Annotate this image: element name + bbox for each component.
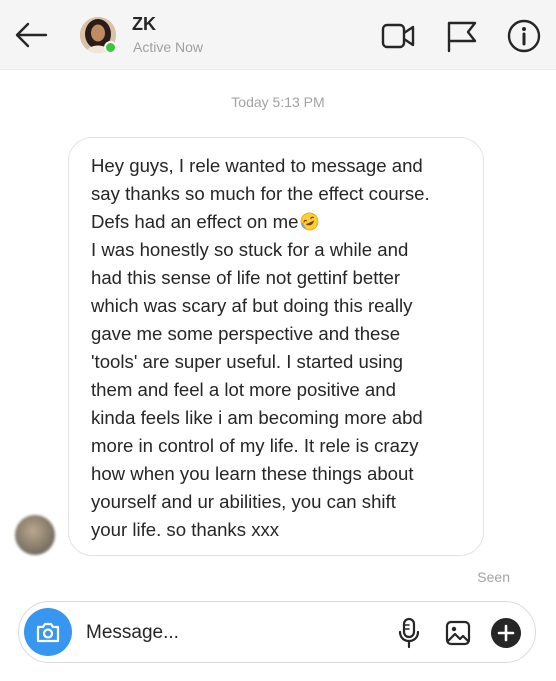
message-text: yourself and ur abilities, you can shift: [91, 491, 396, 512]
message-text: kinda feels like i am becoming more abd: [91, 407, 423, 428]
message-text: more in control of my life. It rele is c…: [91, 435, 419, 456]
message-line: which was scary af but doing this really: [91, 292, 465, 320]
message-text: 'tools' are super useful. I started usin…: [91, 351, 403, 372]
message-line: 'tools' are super useful. I started usin…: [91, 348, 465, 376]
message-text: them and feel a lot more positive and: [91, 379, 396, 400]
message-composer: [18, 601, 536, 663]
plus-icon[interactable]: [491, 618, 521, 648]
active-status: Active Now: [133, 39, 204, 55]
camera-button[interactable]: [24, 608, 72, 656]
back-arrow-icon[interactable]: [12, 16, 50, 54]
message-text: which was scary af but doing this really: [91, 295, 413, 316]
message-bubble[interactable]: Hey guys, I rele wanted to message and sa…: [68, 137, 484, 556]
message-text: how when you learn these things about: [91, 463, 414, 484]
message-text: Defs had an effect on me: [91, 211, 299, 232]
message-text: I was honestly so stuck for a while and: [91, 239, 409, 260]
camera-icon: [36, 622, 60, 643]
flag-icon[interactable]: [444, 18, 480, 54]
seen-receipt: Seen: [477, 569, 510, 585]
gallery-icon[interactable]: [444, 619, 472, 647]
message-line: yourself and ur abilities, you can shift: [91, 488, 465, 516]
contact-name[interactable]: ZK: [132, 14, 156, 35]
message-line: them and feel a lot more positive and: [91, 376, 465, 404]
video-call-icon[interactable]: [380, 18, 416, 54]
message-line: had this sense of life not gettinf bette…: [91, 264, 465, 292]
message-timestamp: Today 5:13 PM: [231, 94, 325, 110]
message-line: more in control of my life. It rele is c…: [91, 432, 465, 460]
message-text: say thanks so much for the effect course…: [91, 183, 430, 204]
info-icon[interactable]: [506, 18, 542, 54]
rolling-laughing-emoji-icon: [300, 212, 319, 231]
microphone-icon[interactable]: [396, 616, 422, 650]
message-line: Hey guys, I rele wanted to message and: [91, 152, 465, 180]
message-line: how when you learn these things about: [91, 460, 465, 488]
message-line: gave me some perspective and these: [91, 320, 465, 348]
message-line: I was honestly so stuck for a while and: [91, 236, 465, 264]
message-text: Hey guys, I rele wanted to message and: [91, 155, 423, 176]
message-input[interactable]: [86, 619, 376, 647]
message-line: your life. so thanks xxx: [91, 516, 465, 544]
sender-avatar[interactable]: [15, 515, 55, 555]
message-line: kinda feels like i am becoming more abd: [91, 404, 465, 432]
message-text: gave me some perspective and these: [91, 323, 401, 344]
chat-header: ZK Active Now: [0, 0, 556, 70]
message-line: Defs had an effect on me: [91, 208, 465, 236]
avatar[interactable]: [80, 17, 117, 54]
message-text: had this sense of life not gettinf bette…: [91, 267, 401, 288]
online-status-dot: [104, 41, 117, 54]
message-line: say thanks so much for the effect course…: [91, 180, 465, 208]
message-text: your life. so thanks xxx: [91, 519, 280, 540]
